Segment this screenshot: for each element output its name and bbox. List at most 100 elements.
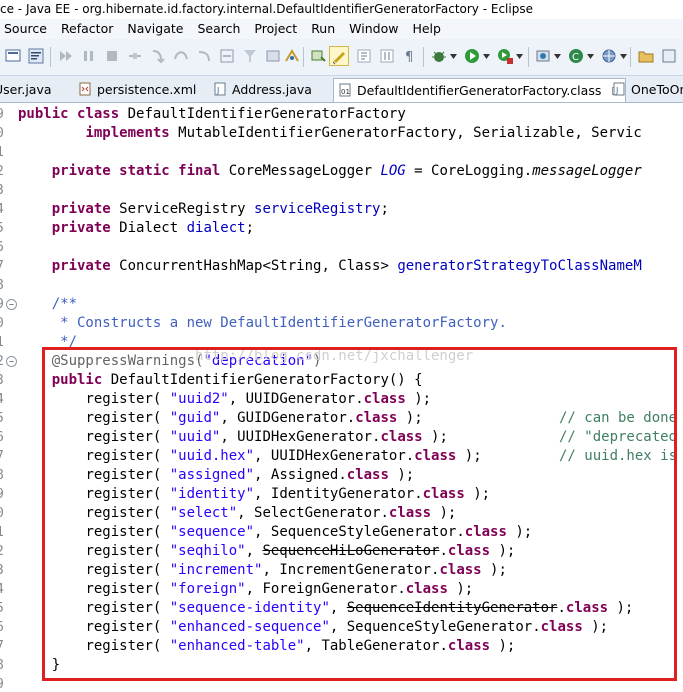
line-number: 1 (0, 523, 10, 542)
line-number: 7 (0, 637, 10, 656)
menu-source[interactable]: Source (4, 19, 47, 39)
keyword: private static final (51, 163, 221, 179)
new-java-class-icon[interactable]: C (567, 47, 585, 65)
tab-onetoone[interactable]: J OneToOn (612, 78, 683, 101)
open-type-icon[interactable] (660, 47, 678, 65)
line-number: 9 (0, 105, 10, 124)
type: ConcurrentHashMap<String, Class> (110, 258, 398, 274)
class-name: DefaultIdentifierGeneratorFactory (119, 106, 406, 122)
svg-text:01: 01 (341, 88, 350, 96)
chevron-down-icon[interactable] (516, 54, 523, 59)
chevron-down-icon[interactable] (554, 54, 561, 59)
drop-to-frame-icon[interactable] (218, 47, 236, 65)
tab-address-java[interactable]: J Address.java (213, 78, 312, 101)
run-icon[interactable] (463, 47, 481, 65)
skip-breakpoints-icon[interactable] (57, 47, 75, 65)
line-number: 1 (0, 143, 10, 162)
line-number: 5 (0, 219, 10, 238)
menu-help[interactable]: Help (412, 19, 441, 39)
fold-toggle-icon[interactable]: − (6, 356, 17, 367)
toggle-view-icon[interactable] (4, 47, 22, 65)
svg-text:C: C (572, 52, 579, 63)
tab-label: persistence.xml (97, 82, 197, 97)
field: serviceRegistry (254, 201, 381, 217)
type: Dialect (110, 220, 187, 236)
line-number: 2 (0, 162, 10, 181)
tab-label: DefaultIdentifierGeneratorFactory.class (357, 83, 602, 98)
run-external-tools-icon[interactable] (496, 47, 514, 65)
chevron-down-icon[interactable] (483, 54, 490, 59)
chevron-down-icon[interactable] (450, 54, 457, 59)
line-number: 4 (0, 390, 10, 409)
step-return-icon[interactable] (195, 47, 213, 65)
mark-occurrences-icon[interactable] (329, 46, 349, 66)
tab-user-java[interactable]: User.java (0, 78, 52, 101)
javadoc: /** (51, 296, 78, 312)
toolbar-separator (423, 47, 424, 67)
code-text: = CoreLogging. (405, 163, 533, 179)
line-number: 8 (0, 656, 10, 675)
link-with-editor-icon[interactable] (283, 47, 301, 65)
keyword: implements (85, 125, 170, 141)
java-file-icon: J (613, 82, 625, 96)
line-number: 9 (0, 675, 10, 692)
code-line: 3 (0, 181, 683, 200)
line-number: 4 (0, 580, 10, 599)
semicolon: ; (380, 201, 389, 217)
line-number: 0 (0, 504, 10, 523)
keyword: private (51, 220, 111, 236)
step-over-icon[interactable] (172, 47, 190, 65)
window-title-bar: ce - Java EE - org.hibernate.id.factory.… (0, 0, 683, 19)
code-line: 5 private Dialect dialect; (0, 219, 683, 238)
new-server-icon[interactable] (534, 47, 552, 65)
console-icon[interactable] (27, 47, 45, 65)
menu-refactor[interactable]: Refactor (61, 19, 113, 39)
use-step-filters-icon[interactable] (241, 47, 259, 65)
class-file-icon: 01 (339, 83, 351, 97)
line-number: 5 (0, 599, 10, 618)
block-selection-icon[interactable] (378, 47, 396, 65)
pilcrow-icon[interactable]: ¶ (401, 47, 419, 65)
chevron-down-icon[interactable] (587, 54, 594, 59)
code-line: 8 (0, 276, 683, 295)
terminate-icon[interactable] (103, 47, 121, 65)
debug-settings-icon[interactable] (264, 47, 282, 65)
svg-text:J: J (615, 86, 618, 95)
code-line: 9 public class DefaultIdentifierGenerator… (0, 105, 683, 124)
highlight-rectangle (42, 347, 677, 681)
keyword: private (51, 201, 111, 217)
menu-window[interactable]: Window (349, 19, 398, 39)
open-folder-icon[interactable] (637, 47, 655, 65)
tab-persistence-xml[interactable]: persistence.xml (78, 78, 196, 101)
code-line: 0 implements MutableIdentifierGeneratorF… (0, 124, 683, 143)
menu-navigate[interactable]: Navigate (127, 19, 183, 39)
field: dialect (186, 220, 246, 236)
disconnect-icon[interactable] (126, 47, 144, 65)
type: ServiceRegistry (110, 201, 255, 217)
menu-run[interactable]: Run (311, 19, 335, 39)
chevron-down-icon[interactable] (620, 54, 627, 59)
java-file-icon: J (214, 82, 226, 96)
debug-icon[interactable] (430, 47, 448, 65)
toolbar-separator (303, 47, 304, 67)
line-number: 4 (0, 200, 10, 219)
field: LOG (380, 163, 406, 179)
show-whitespace-icon[interactable] (355, 47, 373, 65)
fold-toggle-icon[interactable]: − (6, 299, 17, 310)
code-line: 0 * Constructs a new DefaultIdentifierGe… (0, 314, 683, 333)
suspend-icon[interactable] (80, 47, 98, 65)
menu-search[interactable]: Search (197, 19, 240, 39)
line-number: 6 (0, 238, 10, 257)
open-task-icon[interactable] (309, 47, 327, 65)
search-globe-icon[interactable] (600, 47, 618, 65)
line-number: 8 (0, 276, 10, 295)
line-number: 6 (0, 618, 10, 637)
line-number: 3 (0, 371, 10, 390)
step-into-icon[interactable] (149, 47, 167, 65)
editor-tab-bar: User.java persistence.xml JAddress.java … (0, 76, 683, 103)
line-number: 2 (0, 542, 10, 561)
javadoc: * Constructs a new DefaultIdentifierGene… (51, 315, 507, 331)
tab-default-identifier-generator-factory-class[interactable]: 01 DefaultIdentifierGeneratorFactory.clas… (333, 78, 627, 102)
keyword: public (18, 106, 69, 122)
menu-project[interactable]: Project (254, 19, 297, 39)
